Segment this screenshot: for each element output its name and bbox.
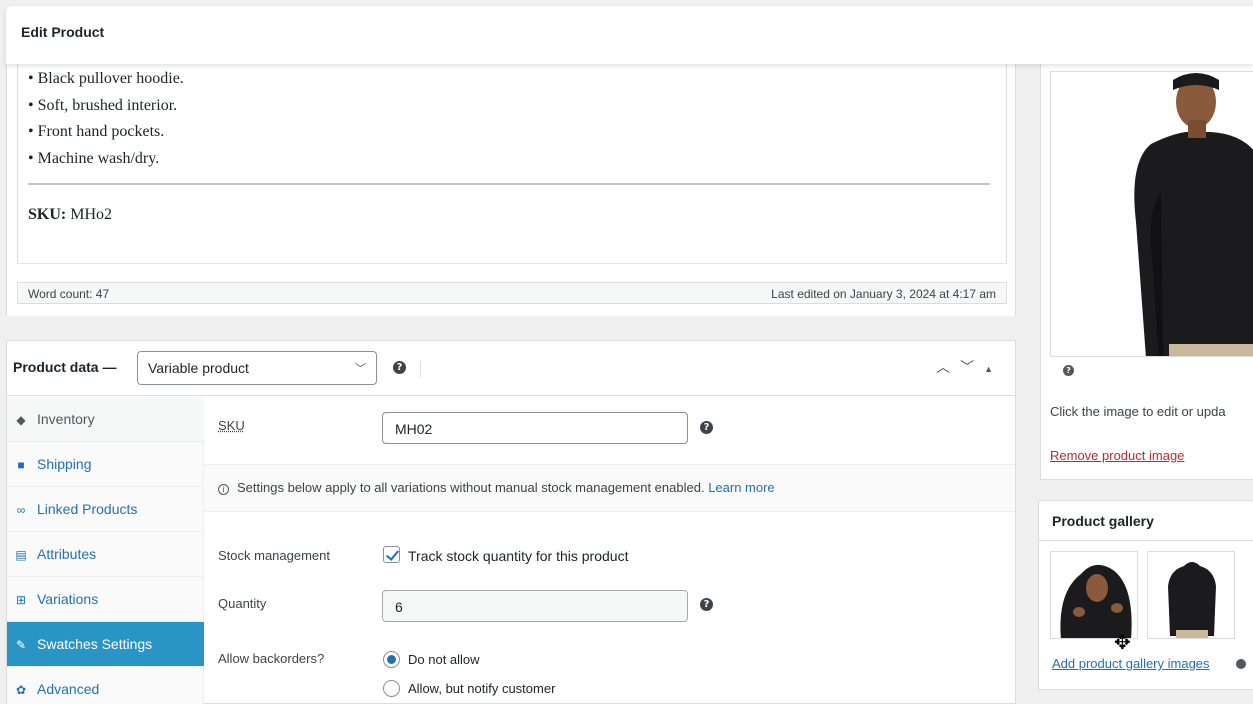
backorder-radio-allow-notify[interactable] (383, 680, 400, 697)
quantity-help-icon[interactable]: ? (700, 598, 713, 611)
sku-input-value: MH02 (395, 421, 433, 437)
tab-label: Variations (37, 591, 99, 607)
panel-controls: ︿﹀▲ (936, 357, 1003, 377)
backorder-option-label: Do not allow (408, 652, 480, 667)
tab-label: Linked Products (37, 501, 138, 517)
backorder-radio-do-not-allow[interactable] (383, 651, 400, 668)
product-type-select[interactable]: Variable product ﹀ (137, 351, 377, 385)
tab-shipping[interactable]: ■ Shipping (7, 442, 204, 487)
link-icon: ∞ (16, 503, 26, 517)
description-sku-value: MHo2 (70, 206, 113, 223)
gallery-header: Product gallery (1039, 501, 1253, 541)
toggle-panel-icon[interactable]: ▲ (984, 364, 1003, 374)
help-icon[interactable] (1236, 659, 1246, 669)
product-image[interactable] (1050, 71, 1253, 357)
sku-help-icon[interactable]: ? (700, 421, 713, 434)
remove-product-image-link[interactable]: Remove product image (1050, 448, 1184, 463)
product-type-value: Variable product (148, 360, 249, 376)
wrench-icon: ✎ (15, 638, 27, 652)
tab-label: Advanced (37, 681, 100, 697)
product-data-label: Product data — (13, 359, 117, 375)
tag-icon: ◆ (16, 413, 26, 427)
backorder-option-label: Allow, but notify customer (408, 681, 556, 696)
hoodie-back-image (1148, 552, 1234, 638)
divider (420, 361, 421, 377)
info-icon: i (218, 484, 229, 495)
sku-label: SKU (218, 418, 245, 433)
grid-icon: ⊞ (15, 593, 27, 607)
hoodie-front-image (1051, 552, 1137, 638)
tab-label: Inventory (37, 411, 95, 427)
chevron-down-icon: ﹀ (355, 363, 366, 375)
tab-linked-products[interactable]: ∞ Linked Products (7, 487, 204, 532)
quantity-input[interactable]: 6 (382, 590, 688, 622)
quantity-value: 6 (395, 599, 403, 615)
product-gallery-box: Product gallery Add product gallery imag… (1038, 500, 1253, 690)
help-icon[interactable]: ? (393, 361, 406, 374)
add-gallery-images-link[interactable]: Add product gallery images (1052, 656, 1210, 671)
description-sku-label: SKU: (28, 206, 67, 223)
horizontal-rule (28, 183, 990, 185)
notice-message: Settings below apply to all variations w… (237, 480, 705, 495)
learn-more-link[interactable]: Learn more (708, 480, 774, 495)
description-bullets: • Black pullover hoodie. • Soft, brushed… (28, 66, 184, 172)
stock-notice: i Settings below apply to all variations … (204, 464, 1015, 512)
product-image-box: ? Click the image to edit or upda Remove… (1040, 56, 1253, 480)
move-cursor-icon: ✥ (1114, 630, 1131, 654)
tab-label: Swatches Settings (37, 636, 153, 652)
sku-input[interactable]: MH02 (382, 412, 688, 444)
description-editor: • Black pullover hoodie. • Soft, brushed… (6, 56, 1016, 316)
truck-icon: ■ (17, 458, 25, 472)
tab-inventory[interactable]: ◆ Inventory (7, 397, 204, 442)
stock-management-label: Stock management (218, 548, 331, 563)
tab-attributes[interactable]: ▤ Attributes (7, 532, 204, 577)
track-stock-checkbox[interactable] (383, 546, 400, 563)
bullet-item: • Soft, brushed interior. (28, 96, 178, 114)
last-edited: Last edited on January 3, 2024 at 4:17 a… (771, 287, 996, 301)
quantity-label: Quantity (218, 596, 267, 611)
editor-status-bar: Word count: 47 Last edited on January 3,… (17, 282, 1007, 304)
tab-variations[interactable]: ⊞ Variations (7, 577, 204, 622)
bullet-item: • Front hand pockets. (28, 123, 165, 140)
product-data-header: Product data — Variable product ﹀ ? ︿﹀▲ (7, 341, 1015, 396)
product-data-tabs: ◆ Inventory ■ Shipping ∞ Linked Products ▤ A… (7, 397, 204, 704)
tab-swatches-settings[interactable]: ✎ Swatches Settings (7, 622, 204, 667)
description-sku: SKU: MHo2 (28, 206, 112, 224)
gear-icon: ✿ (15, 683, 27, 697)
word-count: Word count: 47 (28, 287, 110, 301)
product-data-panel: Product data — Variable product ﹀ ? ︿﹀▲ … (6, 340, 1016, 704)
move-down-icon[interactable]: ﹀ (960, 359, 984, 375)
bullet-item: • Black pullover hoodie. (28, 70, 184, 87)
gallery-title: Product gallery (1052, 513, 1154, 529)
move-up-icon[interactable]: ︿ (936, 359, 960, 375)
list-icon: ▤ (15, 548, 27, 562)
tab-label: Attributes (37, 546, 97, 562)
editor-content[interactable]: • Black pullover hoodie. • Soft, brushed… (17, 56, 1007, 264)
track-stock-label: Track stock quantity for this product (408, 548, 629, 564)
gallery-thumbnail[interactable] (1050, 551, 1138, 639)
gallery-thumbnail[interactable] (1147, 551, 1235, 639)
backorders-label: Allow backorders? (218, 651, 325, 666)
hoodie-model-image (1051, 72, 1253, 356)
image-edit-hint: Click the image to edit or upda (1050, 404, 1226, 419)
page-title: Edit Product (21, 24, 105, 40)
help-icon[interactable]: ? (1063, 365, 1074, 376)
tab-label: Shipping (37, 456, 92, 472)
notice-text: i Settings below apply to all variations … (218, 480, 775, 495)
tab-advanced[interactable]: ✿ Advanced (7, 667, 204, 704)
bullet-item: • Machine wash/dry. (28, 149, 160, 167)
top-bar: Edit Product (6, 6, 1253, 64)
